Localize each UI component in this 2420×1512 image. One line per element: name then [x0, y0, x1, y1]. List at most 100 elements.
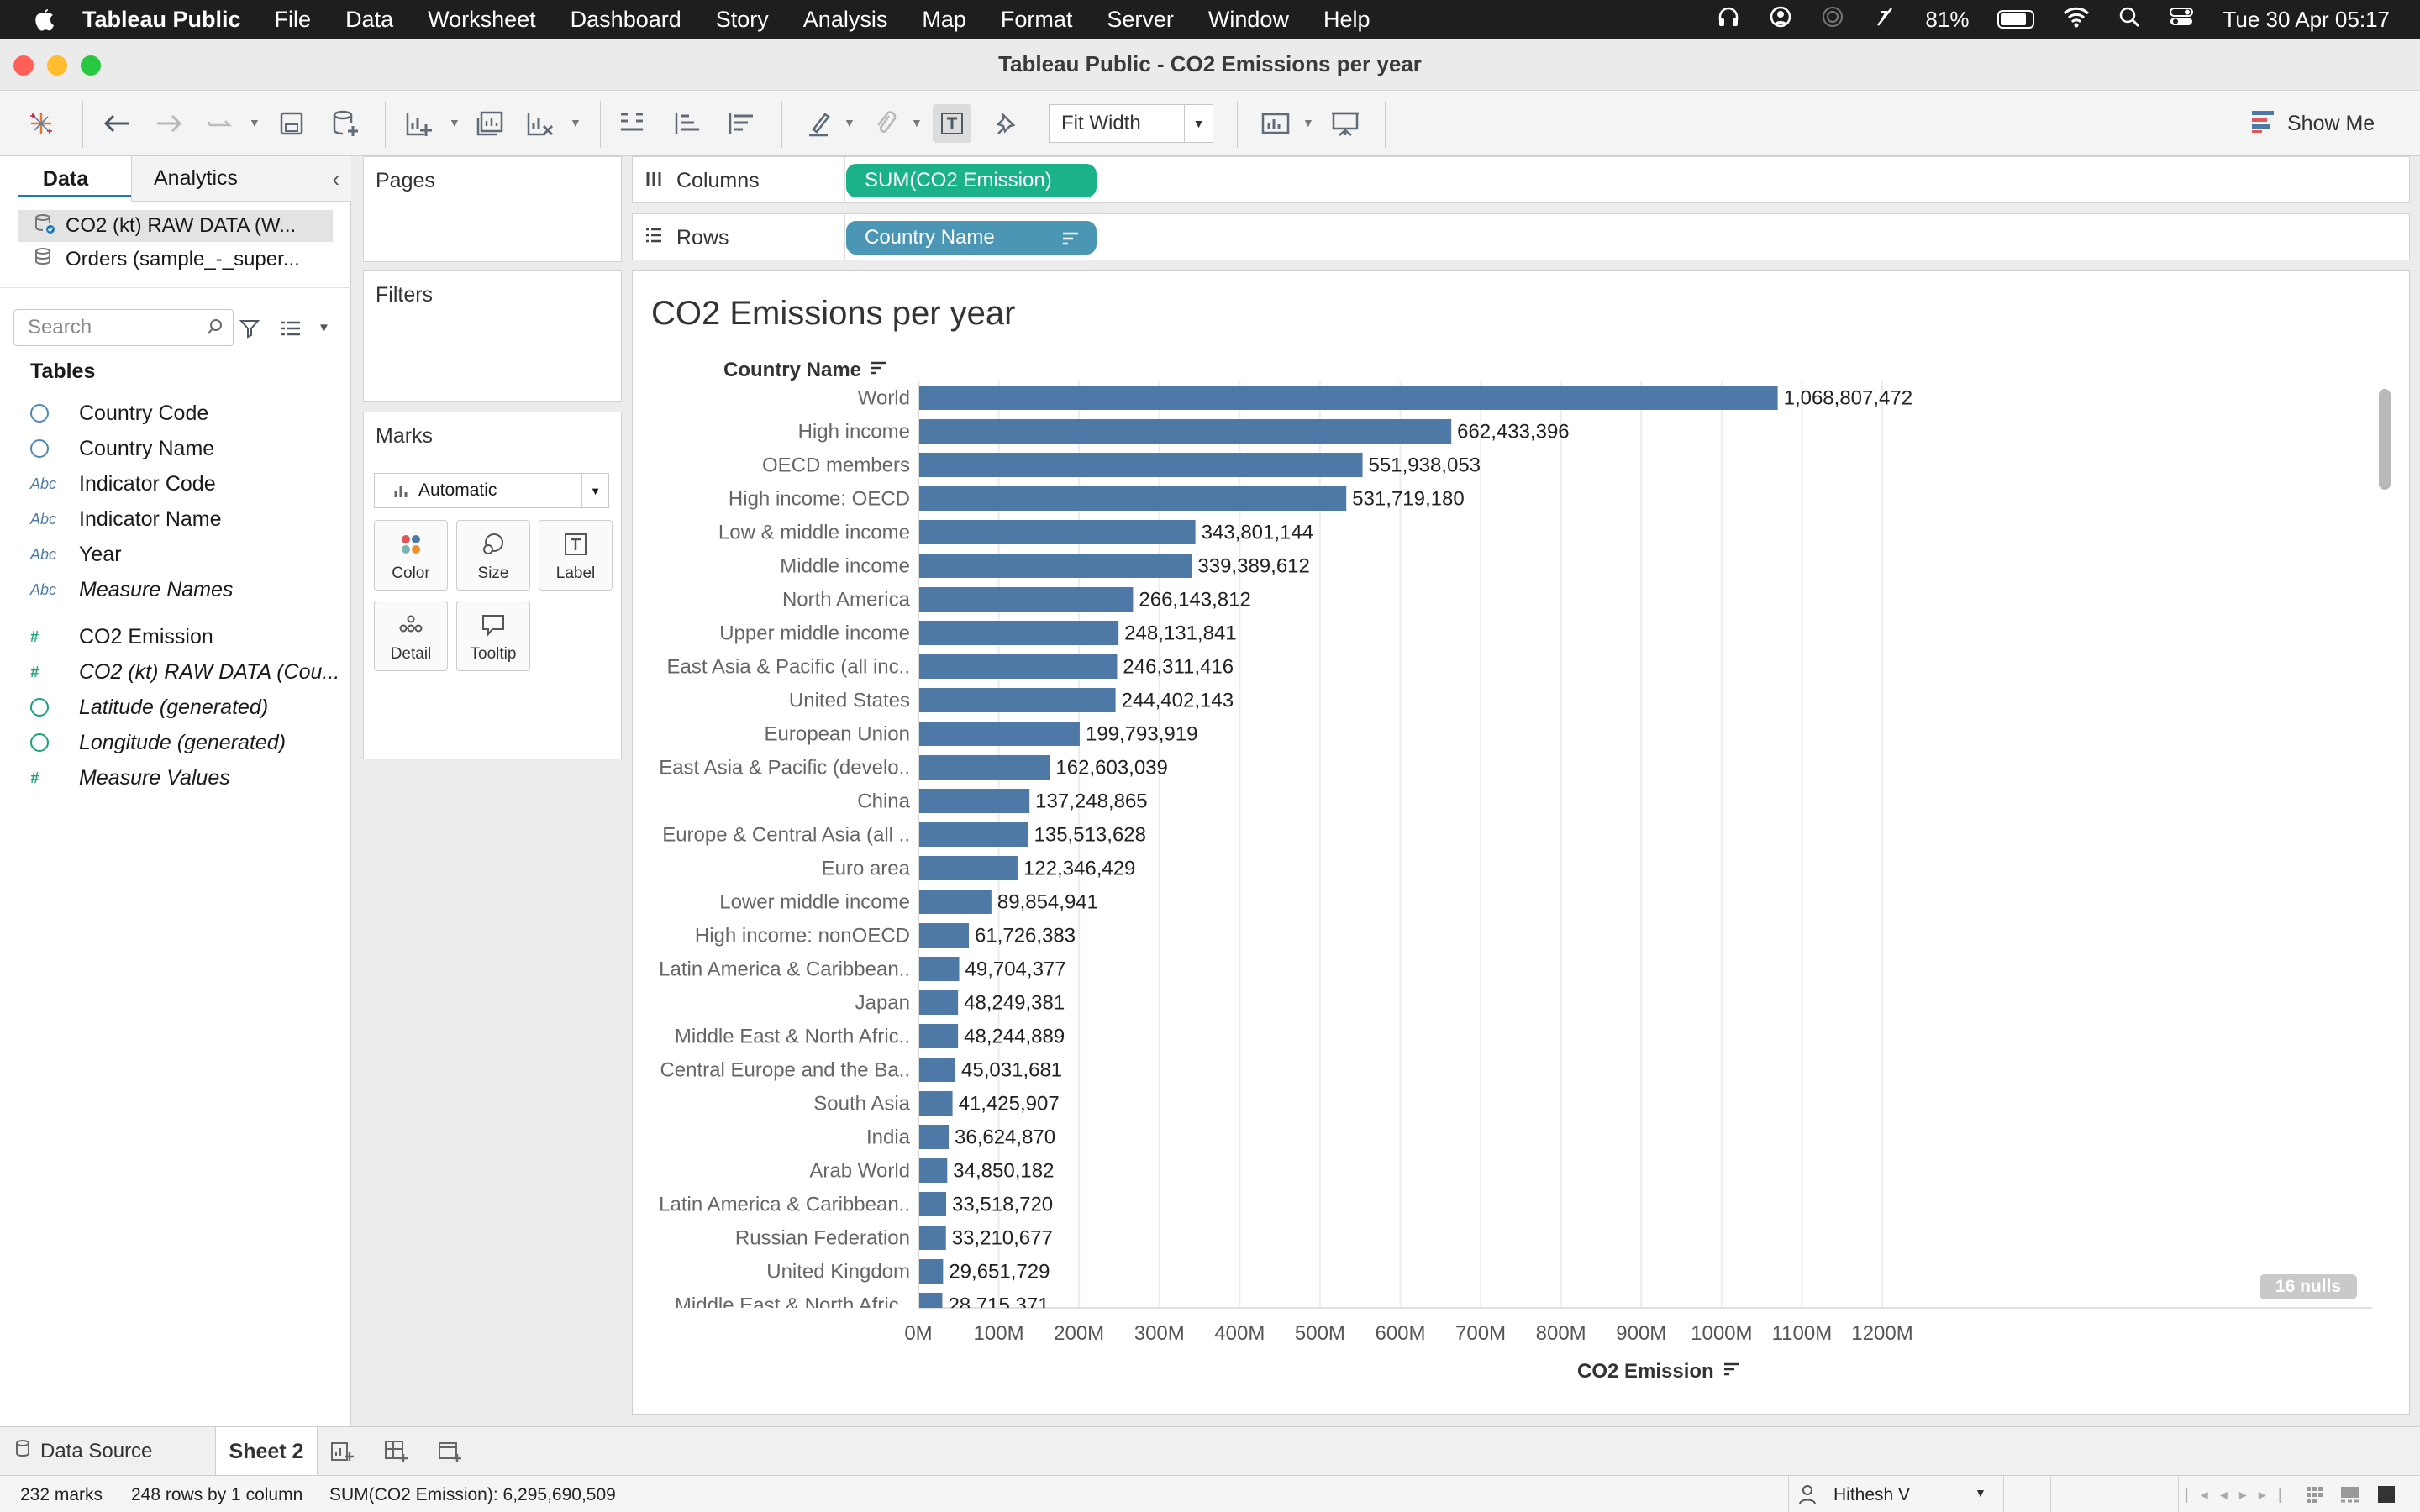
category-label[interactable]: European Union: [765, 723, 910, 746]
close-window-button[interactable]: [13, 55, 34, 76]
category-label[interactable]: Middle East & North Afric..: [675, 1294, 910, 1317]
bar[interactable]: [919, 923, 970, 948]
filters-shelf[interactable]: Filters: [363, 270, 622, 402]
sheet-sorter-view-icon[interactable]: [2304, 1484, 2324, 1509]
menu-analysis[interactable]: Analysis: [803, 7, 888, 33]
fix-axes-pin-icon[interactable]: [988, 104, 1027, 143]
spotlight-search-icon[interactable]: [2118, 6, 2140, 34]
new-worksheet-tab-icon[interactable]: [329, 1439, 355, 1468]
bar[interactable]: [919, 1158, 948, 1183]
bar[interactable]: [919, 722, 1080, 746]
minimize-window-button[interactable]: [47, 55, 67, 76]
tableau-logo-icon[interactable]: [22, 104, 60, 143]
filmstrip-view-icon[interactable]: [2339, 1484, 2361, 1509]
category-label[interactable]: Russian Federation: [735, 1227, 910, 1250]
bar[interactable]: [919, 654, 1118, 679]
menu-worksheet[interactable]: Worksheet: [428, 7, 536, 33]
duplicate-sheet-icon[interactable]: [471, 104, 509, 143]
category-label[interactable]: United States: [789, 690, 910, 712]
highlight-icon[interactable]: [800, 104, 839, 143]
category-label[interactable]: Latin America & Caribbean..: [659, 1194, 910, 1216]
category-label[interactable]: Japan: [855, 992, 910, 1015]
menu-window[interactable]: Window: [1208, 7, 1289, 33]
new-data-source-icon[interactable]: [326, 104, 365, 143]
wifi-icon[interactable]: [2063, 6, 2090, 34]
data-source-tab[interactable]: Data Source: [15, 1439, 152, 1463]
category-label[interactable]: South Asia: [813, 1093, 910, 1116]
category-label[interactable]: Lower middle income: [719, 891, 910, 914]
category-label[interactable]: High income: OECD: [729, 488, 910, 511]
mute-icon[interactable]: [1873, 5, 1897, 34]
pages-shelf[interactable]: Pages: [363, 156, 622, 262]
group-members-icon[interactable]: [865, 104, 904, 143]
chevron-down-icon[interactable]: ▼: [581, 474, 608, 507]
new-worksheet-icon[interactable]: [400, 104, 439, 143]
menu-map[interactable]: Map: [922, 7, 966, 33]
category-label[interactable]: India: [866, 1126, 911, 1149]
vertical-scrollbar[interactable]: [2379, 389, 2391, 490]
collapse-pane-chevron-icon[interactable]: ‹: [332, 166, 339, 192]
field-measure-names[interactable]: Abc Measure Names: [30, 573, 233, 606]
label-mark-button[interactable]: Label: [539, 520, 613, 591]
category-label[interactable]: Middle East & North Afric..: [675, 1026, 910, 1048]
menu-file[interactable]: File: [275, 7, 312, 33]
field-co2-emission[interactable]: # CO2 Emission: [30, 620, 213, 654]
apple-icon[interactable]: [32, 6, 57, 33]
color-mark-button[interactable]: Color: [374, 520, 448, 591]
show-hide-cards-icon[interactable]: [1257, 104, 1296, 143]
nulls-indicator[interactable]: 16 nulls: [2260, 1274, 2357, 1299]
data-source-co2[interactable]: CO2 (kt) RAW DATA (W...: [18, 210, 333, 242]
cards-dropdown-icon[interactable]: ▼: [1302, 116, 1314, 129]
field-indicator-name[interactable]: Abc Indicator Name: [30, 502, 222, 536]
x-axis-title[interactable]: CO2 Emission: [1577, 1360, 1741, 1383]
bar[interactable]: [919, 554, 1192, 578]
fit-width-select[interactable]: Fit Width ▼: [1049, 104, 1213, 143]
category-label[interactable]: Euro area: [822, 858, 911, 880]
bar[interactable]: [919, 1259, 944, 1284]
field-count[interactable]: # CO2 (kt) RAW DATA (Cou...: [30, 655, 339, 689]
bar[interactable]: [919, 587, 1134, 612]
category-label[interactable]: Arab World: [809, 1160, 910, 1183]
category-label[interactable]: East Asia & Pacific (develo..: [659, 757, 910, 780]
tooltip-mark-button[interactable]: Tooltip: [456, 601, 530, 671]
menu-clock[interactable]: Tue 30 Apr 05:17: [2223, 7, 2390, 33]
category-label[interactable]: Latin America & Caribbean..: [659, 958, 910, 981]
category-label[interactable]: East Asia & Pacific (all inc..: [667, 656, 910, 679]
zoom-window-button[interactable]: [81, 55, 101, 76]
category-label[interactable]: Middle income: [780, 555, 910, 578]
bar[interactable]: [919, 1091, 953, 1116]
category-label[interactable]: North America: [782, 589, 911, 612]
bar[interactable]: [919, 990, 959, 1015]
view-list-icon[interactable]: [279, 319, 302, 342]
category-label[interactable]: Low & middle income: [718, 522, 910, 544]
category-label[interactable]: China: [857, 790, 910, 813]
chevron-down-icon[interactable]: ▼: [1184, 105, 1213, 142]
highlight-dropdown-icon[interactable]: ▼: [844, 116, 855, 129]
show-mark-labels-icon[interactable]: [933, 104, 971, 143]
new-story-tab-icon[interactable]: [437, 1439, 462, 1468]
menu-format[interactable]: Format: [1001, 7, 1073, 33]
bar[interactable]: [919, 789, 1030, 813]
replay-dropdown-caret-icon[interactable]: ▼: [249, 116, 260, 129]
menu-story[interactable]: Story: [716, 7, 769, 33]
filter-icon[interactable]: [239, 318, 260, 344]
airdrop-icon[interactable]: [1821, 5, 1844, 34]
field-longitude[interactable]: Longitude (generated): [30, 726, 286, 759]
field-indicator-code[interactable]: Abc Indicator Code: [30, 467, 216, 501]
category-label[interactable]: World: [858, 387, 910, 410]
bar[interactable]: [919, 1058, 956, 1082]
bar[interactable]: [919, 856, 1018, 880]
category-label[interactable]: OECD members: [762, 454, 910, 477]
undo-icon[interactable]: [97, 104, 136, 143]
bar[interactable]: [919, 822, 1028, 847]
bar[interactable]: [919, 1293, 943, 1317]
detail-mark-button[interactable]: Detail: [374, 601, 448, 671]
field-country-code[interactable]: Country Code: [30, 396, 208, 430]
presentation-mode-icon[interactable]: [1326, 104, 1365, 143]
sheet-navigation-arrows-icon[interactable]: |◂◂▸▸|: [2185, 1486, 2294, 1504]
show-me-button[interactable]: Show Me: [2250, 106, 2375, 141]
user-menu-chevron-icon[interactable]: ▼: [1975, 1486, 1986, 1499]
bar[interactable]: [919, 1192, 947, 1216]
control-center-icon[interactable]: [2169, 6, 2194, 34]
user-account-icon[interactable]: [1769, 5, 1792, 34]
